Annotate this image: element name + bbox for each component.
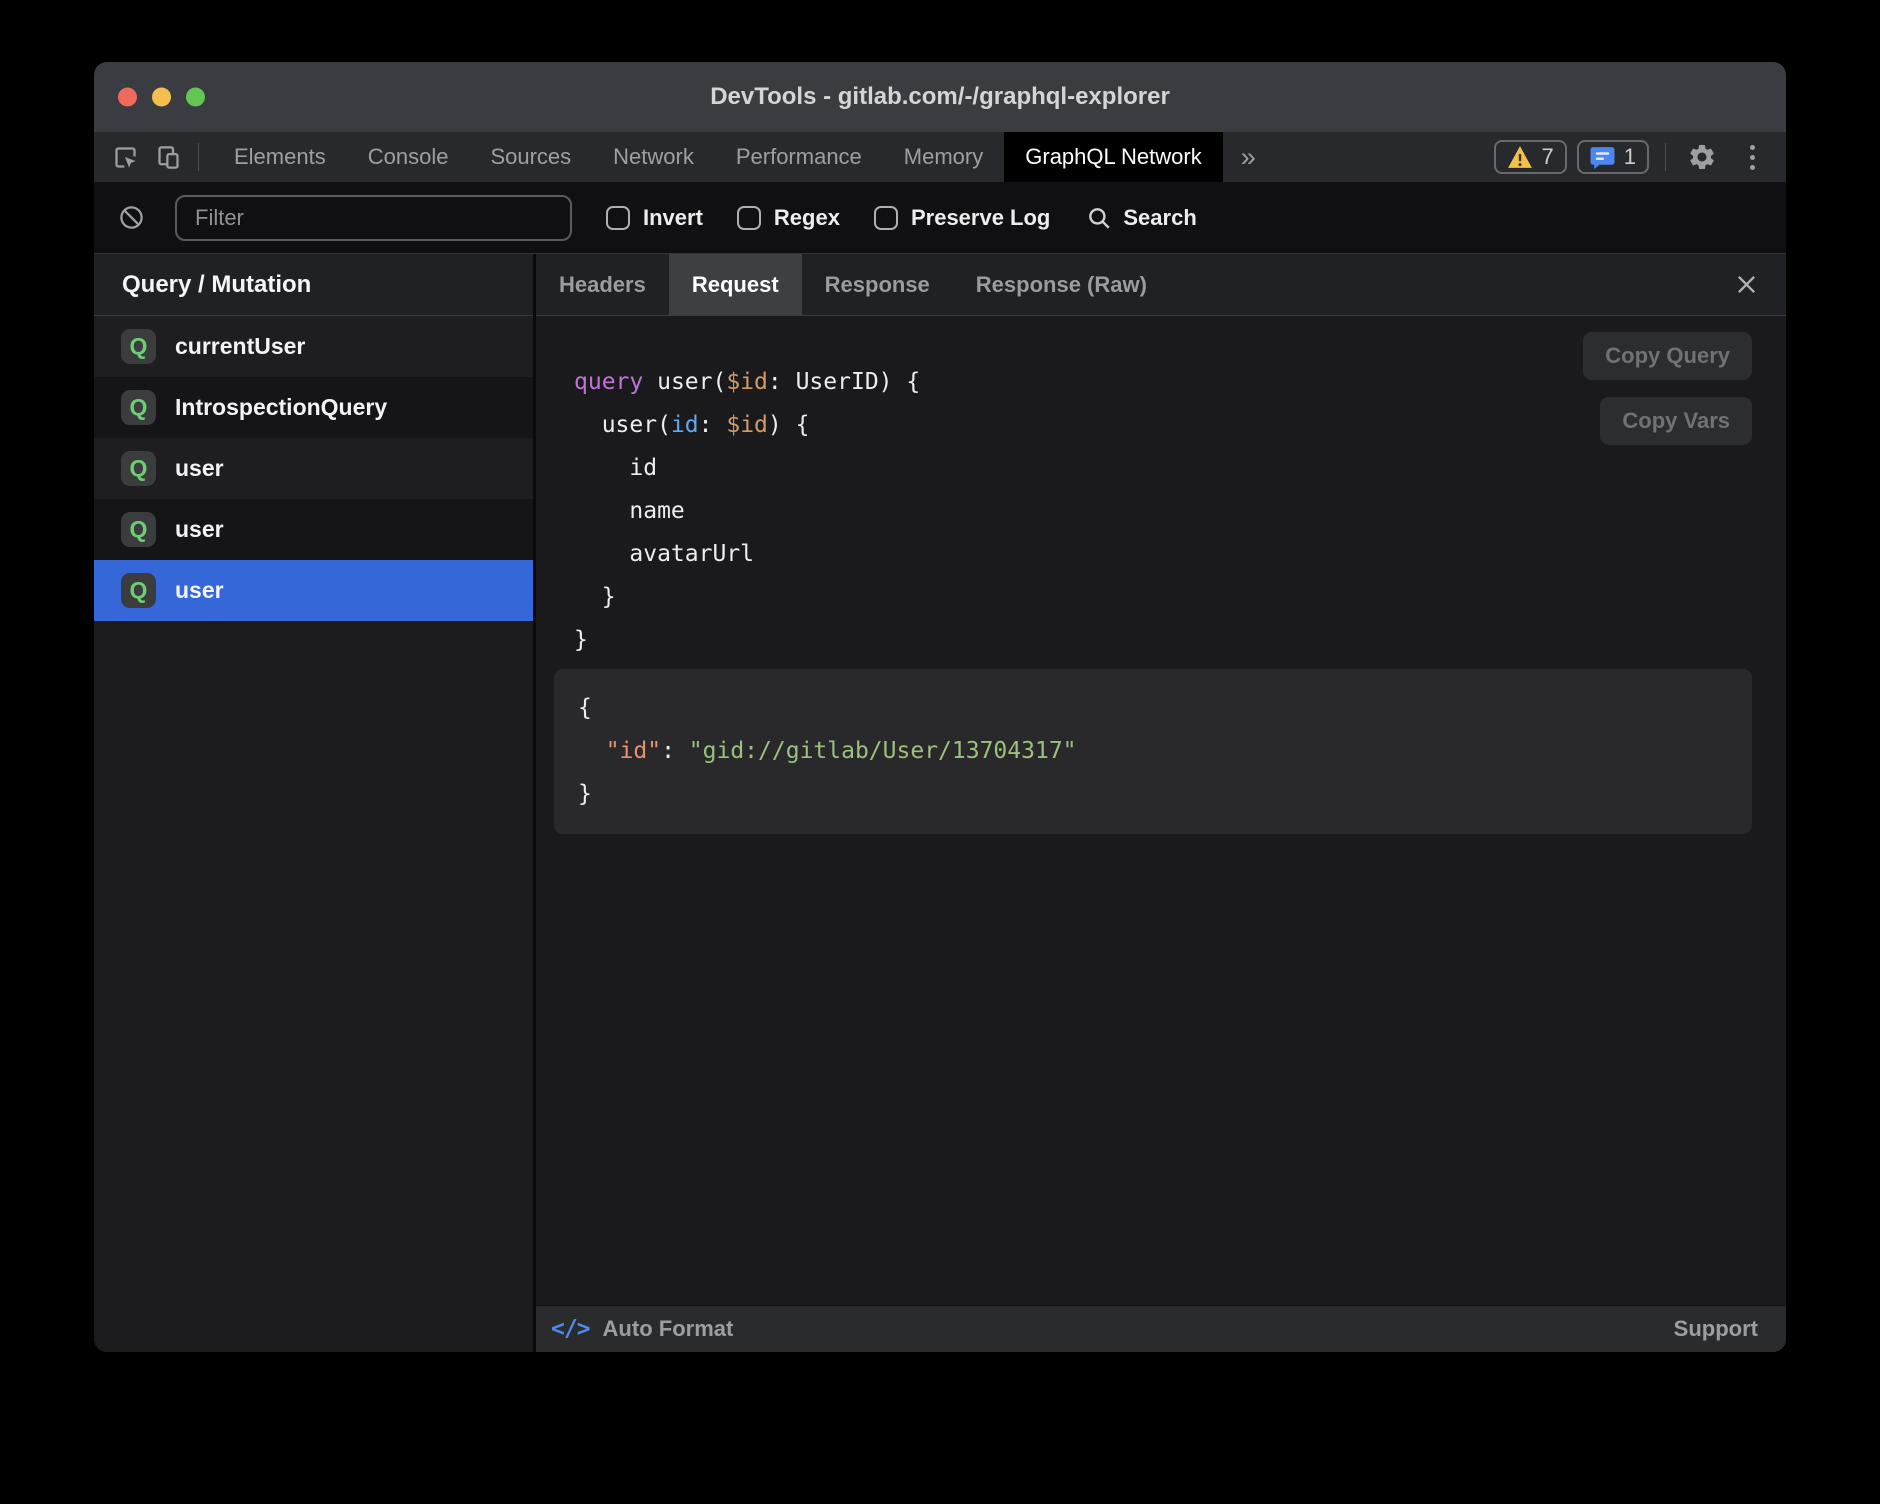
tab-response[interactable]: Response <box>802 254 953 315</box>
query-type-badge: Q <box>121 451 156 486</box>
warning-count: 7 <box>1542 144 1554 170</box>
preserve-log-checkbox[interactable] <box>874 206 898 230</box>
query-type-badge: Q <box>121 390 156 425</box>
toolbar-divider <box>1665 143 1666 171</box>
detail-tab-bar: Headers Request Response Response (Raw) <box>536 254 1786 316</box>
message-count: 1 <box>1624 144 1636 170</box>
query-type-badge: Q <box>121 573 156 608</box>
search-label: Search <box>1123 205 1196 231</box>
regex-checkbox[interactable] <box>737 206 761 230</box>
auto-format-button[interactable]: </> Auto Format <box>551 1316 733 1342</box>
title-bar: DevTools - gitlab.com/-/graphql-explorer <box>94 62 1786 132</box>
invert-checkbox[interactable] <box>606 206 630 230</box>
tab-memory[interactable]: Memory <box>883 132 1004 182</box>
invert-checkbox-group: Invert <box>606 205 703 231</box>
request-detail-panel: Headers Request Response Response (Raw) … <box>536 254 1786 1352</box>
panel-footer: </> Auto Format Support <box>536 1305 1786 1352</box>
preserve-log-checkbox-group: Preserve Log <box>874 205 1050 231</box>
tab-sources[interactable]: Sources <box>469 132 592 182</box>
list-item-label: currentUser <box>175 333 305 360</box>
copy-vars-button[interactable]: Copy Vars <box>1600 397 1752 445</box>
request-variables-box: { "id": "gid://gitlab/User/13704317"} <box>554 669 1752 834</box>
tab-headers[interactable]: Headers <box>536 254 669 315</box>
list-item-label: IntrospectionQuery <box>175 394 387 421</box>
request-content: query user($id: UserID) { user(id: $id) … <box>536 316 1786 1305</box>
tab-elements[interactable]: Elements <box>213 132 347 182</box>
minimize-window-button[interactable] <box>152 88 171 107</box>
device-toolbar-icon[interactable] <box>155 144 182 171</box>
support-link[interactable]: Support <box>1674 1316 1758 1342</box>
warning-icon <box>1507 145 1533 169</box>
close-window-button[interactable] <box>118 88 137 107</box>
query-type-badge: Q <box>121 512 156 547</box>
window-title: DevTools - gitlab.com/-/graphql-explorer <box>710 83 1170 111</box>
preserve-log-label: Preserve Log <box>911 205 1050 231</box>
tab-graphql-network[interactable]: GraphQL Network <box>1004 132 1222 182</box>
traffic-lights <box>118 88 205 107</box>
inspect-element-icon[interactable] <box>112 144 139 171</box>
query-type-badge: Q <box>121 329 156 364</box>
tab-console[interactable]: Console <box>347 132 470 182</box>
message-icon <box>1590 146 1615 169</box>
devtools-window: DevTools - gitlab.com/-/graphql-explorer… <box>94 62 1786 1352</box>
code-format-icon: </> <box>551 1316 590 1342</box>
filter-input[interactable] <box>175 195 572 241</box>
query-list-header: Query / Mutation <box>94 254 533 316</box>
close-icon[interactable] <box>1728 267 1764 303</box>
regex-checkbox-group: Regex <box>737 205 840 231</box>
gear-icon[interactable] <box>1682 137 1722 177</box>
regex-label: Regex <box>774 205 840 231</box>
invert-label: Invert <box>643 205 703 231</box>
tab-response-raw[interactable]: Response (Raw) <box>953 254 1170 315</box>
list-item-user-3-selected[interactable]: Q user <box>94 560 533 621</box>
list-item-currentuser[interactable]: Q currentUser <box>94 316 533 377</box>
tab-performance[interactable]: Performance <box>715 132 883 182</box>
list-item-label: user <box>175 455 224 482</box>
toolbar-divider <box>198 143 199 171</box>
kebab-menu-icon[interactable] <box>1732 137 1772 177</box>
query-list-panel: Query / Mutation Q currentUser Q Introsp… <box>94 254 536 1352</box>
list-item-user-1[interactable]: Q user <box>94 438 533 499</box>
list-item-user-2[interactable]: Q user <box>94 499 533 560</box>
auto-format-label: Auto Format <box>603 1316 734 1342</box>
devtools-tab-bar: Elements Console Sources Network Perform… <box>94 132 1786 182</box>
copy-query-button[interactable]: Copy Query <box>1583 332 1752 380</box>
more-tabs-icon[interactable]: » <box>1223 132 1274 182</box>
clear-icon[interactable] <box>118 204 145 231</box>
filter-bar: Invert Regex Preserve Log Search <box>94 182 1786 254</box>
zoom-window-button[interactable] <box>186 88 205 107</box>
search-icon <box>1086 205 1112 231</box>
search-control[interactable]: Search <box>1086 205 1196 231</box>
list-item-introspectionquery[interactable]: Q IntrospectionQuery <box>94 377 533 438</box>
tab-network[interactable]: Network <box>592 132 715 182</box>
list-item-label: user <box>175 516 224 543</box>
warnings-badge[interactable]: 7 <box>1494 140 1567 174</box>
messages-badge[interactable]: 1 <box>1577 140 1649 174</box>
tab-request[interactable]: Request <box>669 254 802 315</box>
list-item-label: user <box>175 577 224 604</box>
